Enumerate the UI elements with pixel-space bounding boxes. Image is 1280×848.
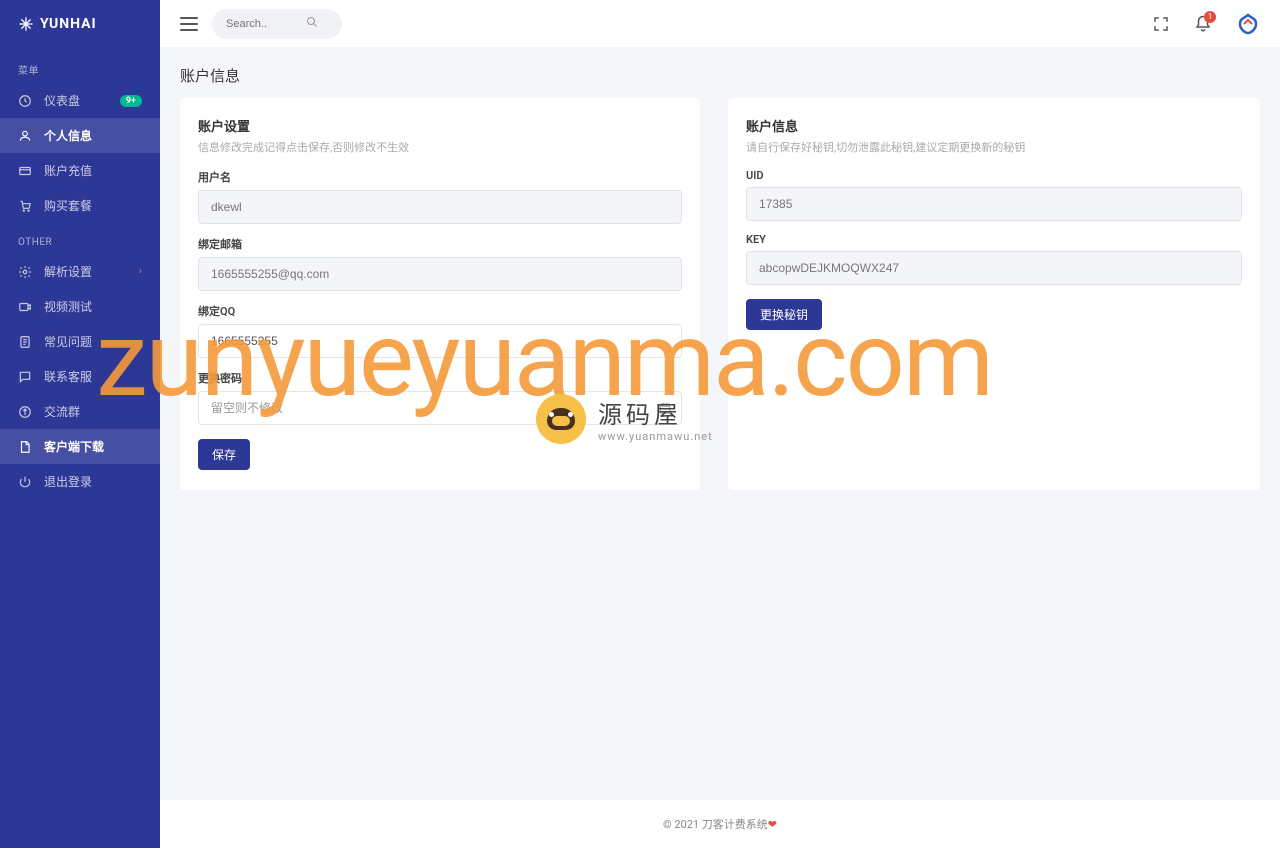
account-info-card: 账户信息 请自行保存好秘钥,切勿泄露此秘钥,建议定期更换新的秘钥 UID KEY… <box>728 98 1260 490</box>
sidebar-item-label: 视频测试 <box>44 298 92 315</box>
qq-field[interactable] <box>198 324 682 358</box>
sidebar-badge: 9+ <box>120 95 142 107</box>
email-label: 绑定邮箱 <box>198 236 682 252</box>
menu-toggle[interactable] <box>180 17 198 31</box>
clock-icon <box>18 94 32 108</box>
sidebar-item-label: 个人信息 <box>44 127 92 144</box>
sidebar-item-parse[interactable]: 解析设置 › <box>0 254 160 289</box>
topbar: 1 <box>160 0 1280 47</box>
notif-badge: 1 <box>1204 11 1216 23</box>
sidebar-item-label: 客户端下载 <box>44 438 104 455</box>
card-subtitle: 请自行保存好秘钥,切勿泄露此秘钥,建议定期更换新的秘钥 <box>746 139 1242 155</box>
sidebar-item-logout[interactable]: 退出登录 <box>0 464 160 499</box>
sidebar-item-recharge[interactable]: 账户充值 <box>0 153 160 188</box>
sidebar-item-label: 仪表盘 <box>44 92 80 109</box>
sidebar-item-label: 常见问题 <box>44 333 92 350</box>
brand-logo[interactable]: YUNHAI <box>0 0 160 48</box>
sidebar-item-label: 联系客服 <box>44 368 92 385</box>
save-button[interactable]: 保存 <box>198 439 250 470</box>
password-field[interactable] <box>198 391 682 425</box>
qq-label: 绑定QQ <box>198 303 682 319</box>
share-icon <box>18 405 32 419</box>
doc-icon <box>18 335 32 349</box>
fullscreen-icon[interactable] <box>1152 15 1170 33</box>
calendar-icon <box>658 401 672 415</box>
video-icon <box>18 300 32 314</box>
card-title: 账户信息 <box>746 116 1242 135</box>
change-key-button[interactable]: 更换秘钥 <box>746 299 822 330</box>
sidebar-item-label: 购买套餐 <box>44 197 92 214</box>
footer-text: © 2021 刀客计费系统 <box>663 818 768 831</box>
app-logo-icon[interactable] <box>1236 12 1260 36</box>
logo-icon <box>18 16 34 32</box>
search-input[interactable] <box>226 18 306 30</box>
brand-text: YUNHAI <box>40 16 97 32</box>
sidebar-item-purchase[interactable]: 购买套餐 <box>0 188 160 223</box>
sidebar-item-group[interactable]: 交流群 <box>0 394 160 429</box>
power-icon <box>18 475 32 489</box>
user-icon <box>18 129 32 143</box>
sidebar-item-label: 交流群 <box>44 403 80 420</box>
main: 账户信息 账户设置 信息修改完成记得点击保存,否则修改不生效 用户名 绑定邮箱 … <box>160 0 1280 848</box>
card-title: 账户设置 <box>198 116 682 135</box>
sidebar-section-menu: 菜单 <box>0 48 160 83</box>
sidebar-item-support[interactable]: 联系客服 <box>0 359 160 394</box>
heart-icon: ❤ <box>768 818 777 831</box>
sidebar-item-faq[interactable]: 常见问题 <box>0 324 160 359</box>
key-field <box>746 251 1242 285</box>
uid-field <box>746 187 1242 221</box>
sidebar-section-other: OTHER <box>0 223 160 254</box>
cart-icon <box>18 199 32 213</box>
page-title: 账户信息 <box>160 47 1280 98</box>
sidebar-item-download[interactable]: 客户端下载 <box>0 429 160 464</box>
username-field <box>198 190 682 224</box>
search-box[interactable] <box>212 9 342 39</box>
card-subtitle: 信息修改完成记得点击保存,否则修改不生效 <box>198 139 682 155</box>
sidebar-item-label: 解析设置 <box>44 263 92 280</box>
username-label: 用户名 <box>198 169 682 185</box>
gear-icon <box>18 265 32 279</box>
sidebar-item-video[interactable]: 视频测试 <box>0 289 160 324</box>
account-settings-card: 账户设置 信息修改完成记得点击保存,否则修改不生效 用户名 绑定邮箱 绑定QQ … <box>180 98 700 490</box>
chat-icon <box>18 370 32 384</box>
email-field <box>198 257 682 291</box>
sidebar-item-label: 账户充值 <box>44 162 92 179</box>
chevron-right-icon: › <box>139 266 142 277</box>
sidebar: YUNHAI 菜单 仪表盘 9+ 个人信息 账户充值 购买套餐 OTHER 解析… <box>0 0 160 848</box>
search-icon <box>306 16 318 32</box>
key-label: KEY <box>746 233 1242 246</box>
password-label: 更换密码 <box>198 370 682 386</box>
bell-icon[interactable]: 1 <box>1194 15 1212 33</box>
content-row: 账户设置 信息修改完成记得点击保存,否则修改不生效 用户名 绑定邮箱 绑定QQ … <box>160 98 1280 490</box>
sidebar-item-label: 退出登录 <box>44 473 92 490</box>
footer: © 2021 刀客计费系统❤ <box>160 800 1280 848</box>
download-icon <box>18 440 32 454</box>
card-icon <box>18 164 32 178</box>
sidebar-item-profile[interactable]: 个人信息 <box>0 118 160 153</box>
sidebar-item-dashboard[interactable]: 仪表盘 9+ <box>0 83 160 118</box>
uid-label: UID <box>746 169 1242 182</box>
